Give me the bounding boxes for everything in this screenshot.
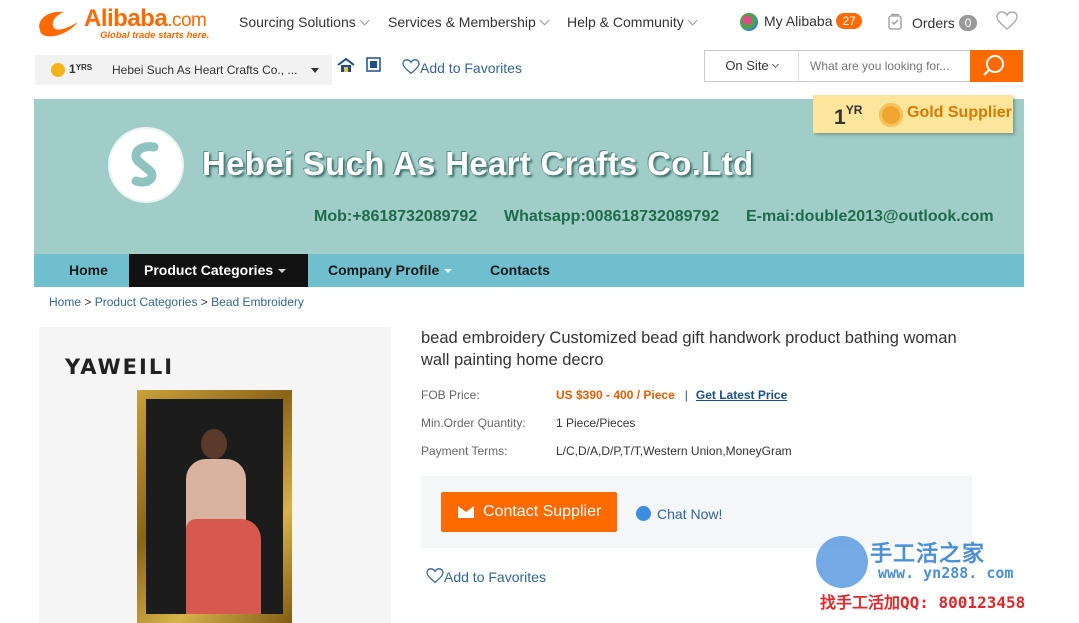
heart-icon: [426, 568, 444, 584]
search-bar: On Site: [704, 50, 1023, 82]
logo-wordmark: Alibaba.com: [84, 5, 207, 32]
search-icon: [983, 55, 1004, 76]
nav-help-community[interactable]: Help & Community: [567, 14, 698, 30]
fob-price-row: US $390 - 400 / Piece | Get Latest Price: [556, 388, 787, 402]
fob-price-value: US $390 - 400 / Piece: [556, 388, 675, 402]
heart-icon: [402, 59, 420, 75]
company-name: Hebei Such As Heart Crafts Co.Ltd: [202, 145, 754, 182]
moq-value: 1 Piece/Pieces: [556, 416, 636, 430]
top-bar: Alibaba.com Global trade starts here. So…: [0, 0, 1079, 46]
share-icon[interactable]: [337, 57, 355, 73]
painting-canvas: [146, 399, 283, 614]
price-divider: |: [684, 388, 688, 402]
breadcrumb: Home > Product Categories > Bead Embroid…: [49, 295, 304, 309]
breadcrumb-bead-embroidery[interactable]: Bead Embroidery: [211, 295, 304, 309]
caret-down-icon: [444, 269, 453, 273]
notification-count-badge: 27: [836, 13, 862, 29]
contact-supplier-button[interactable]: Contact Supplier: [441, 492, 617, 532]
my-alibaba-link[interactable]: My Alibaba 27: [740, 13, 862, 32]
chat-bubble-icon: [636, 506, 651, 521]
get-latest-price-link[interactable]: Get Latest Price: [696, 388, 787, 402]
favorites-heart-icon[interactable]: [996, 11, 1018, 31]
watermark-qq: 找手工活加QQ: 800123458: [820, 593, 1026, 612]
company-nav-product-categories[interactable]: Product Categories: [129, 254, 308, 287]
chat-now-link[interactable]: Chat Now!: [636, 506, 722, 522]
watermark-url: www. yn288. com: [878, 564, 1014, 582]
gold-years: 1YR: [834, 103, 863, 129]
envelope-icon: [458, 506, 474, 518]
breadcrumb-home[interactable]: Home: [49, 295, 81, 309]
product-image-brand: YAWEILI: [65, 355, 175, 379]
breadcrumb-product-categories[interactable]: Product Categories: [95, 295, 198, 309]
company-nav: Home Product Categories Company Profile …: [34, 254, 1024, 287]
gold-supplier-label: Gold Supplier: [907, 104, 1012, 121]
chevron-down-icon: [359, 15, 370, 26]
search-input[interactable]: [800, 51, 970, 81]
orders-count-badge: 0: [958, 15, 978, 31]
company-nav-contacts[interactable]: Contacts: [490, 254, 550, 287]
supplier-selector[interactable]: 1YRS Hebei Such As Heart Crafts Co., ...: [35, 55, 332, 85]
figure-drape: [186, 519, 261, 614]
mobile-number: Mob:+8618732089792: [314, 208, 478, 225]
alibaba-logo-icon: [39, 11, 78, 37]
search-scope-select[interactable]: On Site: [705, 51, 799, 81]
chevron-down-icon: [539, 15, 550, 26]
add-to-favorites-bottom-link[interactable]: Add to Favorites: [426, 568, 546, 585]
payment-terms-label: Payment Terms:: [421, 444, 508, 458]
gold-supplier-badge: 1YR Gold Supplier: [813, 95, 1013, 133]
moq-label: Min.Order Quantity:: [421, 416, 526, 430]
fob-price-label: FOB Price:: [421, 388, 480, 402]
payment-terms-value: L/C,D/A,D/P,T/T,Western Union,MoneyGram: [556, 444, 792, 458]
watermark-logo-icon: [816, 536, 868, 588]
avatar-icon: [740, 13, 758, 32]
breadcrumb-separator: >: [84, 295, 92, 309]
whatsapp-number: Whatsapp:008618732089792: [504, 208, 720, 225]
video-icon[interactable]: [366, 57, 381, 72]
coin-icon: [51, 63, 65, 77]
add-to-favorites-link[interactable]: Add to Favorites: [402, 59, 522, 76]
painting-frame: [137, 390, 292, 623]
company-logo-icon: [131, 142, 159, 187]
nav-services-membership[interactable]: Services & Membership: [388, 14, 550, 30]
nav-sourcing-solutions[interactable]: Sourcing Solutions: [239, 14, 370, 30]
alibaba-logo[interactable]: Alibaba.com Global trade starts here.: [34, 4, 224, 41]
orders-icon: [888, 13, 902, 30]
product-title: bead embroidery Customized bead gift han…: [421, 329, 957, 369]
gold-coin-icon: [879, 103, 903, 127]
email-address: E-mai:double2013@outlook.com: [746, 208, 994, 225]
watermark: 手工活之家 www. yn288. com 找手工活加QQ: 800123458: [808, 530, 1079, 623]
caret-down-icon: [311, 68, 319, 73]
logo-tagline: Global trade starts here.: [100, 30, 210, 41]
supplier-name: Hebei Such As Heart Crafts Co., ...: [112, 63, 298, 77]
chevron-down-icon: [687, 15, 698, 26]
chevron-down-icon: [771, 60, 779, 69]
orders-link[interactable]: Orders 0: [886, 13, 978, 31]
company-nav-company-profile[interactable]: Company Profile: [328, 254, 453, 287]
company-nav-home[interactable]: Home: [69, 254, 108, 287]
company-logo: [110, 129, 182, 201]
search-button[interactable]: [970, 50, 1023, 82]
caret-down-icon: [278, 269, 287, 273]
supplier-years: 1YRS: [69, 62, 93, 76]
breadcrumb-separator: >: [200, 295, 208, 309]
product-image[interactable]: YAWEILI: [39, 327, 391, 623]
figure-head: [201, 429, 227, 459]
